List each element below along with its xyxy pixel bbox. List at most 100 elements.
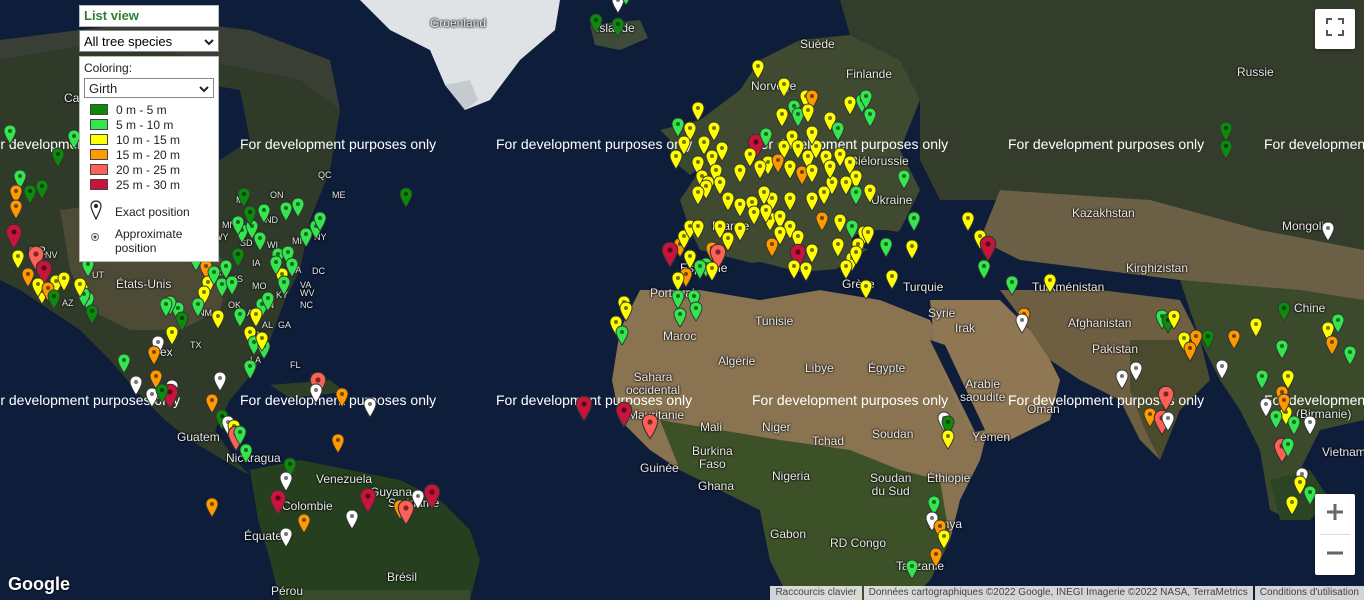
tree-marker-light-green[interactable] xyxy=(257,203,271,224)
tree-marker-yellow[interactable] xyxy=(691,185,705,206)
tree-marker-yellow[interactable] xyxy=(777,77,791,98)
tree-marker-orange[interactable] xyxy=(205,497,219,518)
tree-marker-light-green[interactable] xyxy=(243,359,257,380)
tree-marker-orange[interactable] xyxy=(331,433,345,454)
tree-marker-light-green[interactable] xyxy=(1005,275,1019,296)
tree-marker-white[interactable] xyxy=(129,375,143,396)
tree-marker-light-green[interactable] xyxy=(671,289,685,310)
tree-marker-yellow[interactable] xyxy=(831,237,845,258)
tree-marker-orange[interactable] xyxy=(297,513,311,534)
tree-marker-yellow[interactable] xyxy=(805,125,819,146)
tree-marker-orange[interactable] xyxy=(929,547,943,568)
terms-link[interactable]: Conditions d'utilisation xyxy=(1254,586,1364,600)
tree-marker-white[interactable] xyxy=(1015,313,1029,334)
tree-marker-yellow[interactable] xyxy=(57,271,71,292)
tree-marker-yellow[interactable] xyxy=(691,219,705,240)
tree-marker-light-green[interactable] xyxy=(879,237,893,258)
tree-marker-light-green[interactable] xyxy=(831,121,845,142)
tree-marker-light-green[interactable] xyxy=(615,325,629,346)
tree-marker-light-green[interactable] xyxy=(1255,369,1269,390)
tree-marker-dark-green[interactable] xyxy=(1277,301,1291,322)
coloring-select[interactable]: Girth xyxy=(84,78,214,98)
tree-marker-light-green[interactable] xyxy=(277,275,291,296)
tree-marker-dark-green[interactable] xyxy=(243,205,257,226)
tree-marker-light-green[interactable] xyxy=(261,291,275,312)
tree-marker-light-green[interactable] xyxy=(1343,345,1357,366)
tree-marker-white[interactable] xyxy=(363,397,377,418)
tree-marker-yellow[interactable] xyxy=(863,183,877,204)
tree-marker-yellow[interactable] xyxy=(861,225,875,246)
tree-marker-dark-green[interactable] xyxy=(1219,139,1233,160)
tree-marker-orange[interactable] xyxy=(335,387,349,408)
tree-marker-light-green[interactable] xyxy=(897,169,911,190)
tree-marker-yellow[interactable] xyxy=(801,103,815,124)
tree-marker-yellow[interactable] xyxy=(753,159,767,180)
tree-marker-white[interactable] xyxy=(213,371,227,392)
tree-marker-light-green[interactable] xyxy=(863,107,877,128)
tree-marker-crimson[interactable] xyxy=(575,395,593,422)
tree-marker-yellow[interactable] xyxy=(751,59,765,80)
tree-marker-white[interactable] xyxy=(345,509,359,530)
tree-marker-dark-green[interactable] xyxy=(611,17,625,38)
tree-marker-yellow[interactable] xyxy=(859,279,873,300)
tree-marker-light-green[interactable] xyxy=(1275,339,1289,360)
tree-marker-dark-green[interactable] xyxy=(175,311,189,332)
tree-marker-light-green[interactable] xyxy=(759,127,773,148)
tree-marker-crimson[interactable] xyxy=(661,241,679,268)
tree-marker-yellow[interactable] xyxy=(691,101,705,122)
tree-marker-salmon[interactable] xyxy=(1157,385,1175,412)
tree-marker-dark-green[interactable] xyxy=(51,147,65,168)
tree-marker-white[interactable] xyxy=(1303,415,1317,436)
tree-marker-light-green[interactable] xyxy=(1269,409,1283,430)
tree-marker-yellow[interactable] xyxy=(839,175,853,196)
tree-marker-dark-green[interactable] xyxy=(35,179,49,200)
tree-marker-light-green[interactable] xyxy=(907,211,921,232)
tree-marker-yellow[interactable] xyxy=(733,221,747,242)
tree-marker-yellow[interactable] xyxy=(1043,273,1057,294)
tree-marker-dark-green[interactable] xyxy=(47,289,61,310)
tree-marker-white[interactable] xyxy=(1215,359,1229,380)
tree-marker-white[interactable] xyxy=(309,383,323,404)
tree-marker-orange[interactable] xyxy=(815,211,829,232)
keyboard-shortcuts-link[interactable]: Raccourcis clavier xyxy=(770,586,862,600)
tree-marker-yellow[interactable] xyxy=(1249,317,1263,338)
tree-marker-dark-green[interactable] xyxy=(231,247,245,268)
tree-marker-light-green[interactable] xyxy=(313,211,327,232)
tree-marker-yellow[interactable] xyxy=(73,277,87,298)
tree-marker-white[interactable] xyxy=(1129,361,1143,382)
tree-marker-yellow[interactable] xyxy=(817,185,831,206)
tree-marker-light-green[interactable] xyxy=(1287,415,1301,436)
tree-marker-light-green[interactable] xyxy=(3,124,17,145)
tree-marker-crimson[interactable] xyxy=(269,489,287,516)
tree-marker-yellow[interactable] xyxy=(759,203,773,224)
tree-marker-yellow[interactable] xyxy=(849,245,863,266)
tree-marker-yellow[interactable] xyxy=(799,261,813,282)
tree-marker-yellow[interactable] xyxy=(211,309,225,330)
tree-marker-yellow[interactable] xyxy=(733,197,747,218)
tree-marker-yellow[interactable] xyxy=(705,261,719,282)
tree-marker-yellow[interactable] xyxy=(721,191,735,212)
fullscreen-button[interactable] xyxy=(1315,9,1355,49)
tree-marker-orange[interactable] xyxy=(1183,341,1197,362)
tree-marker-yellow[interactable] xyxy=(823,159,837,180)
tree-marker-orange[interactable] xyxy=(147,345,161,366)
tree-marker-white[interactable] xyxy=(1321,221,1335,242)
tree-marker-light-green[interactable] xyxy=(253,231,267,252)
tree-marker-crimson[interactable] xyxy=(423,483,441,510)
tree-marker-light-green[interactable] xyxy=(269,255,283,276)
tree-marker-yellow[interactable] xyxy=(255,331,269,352)
tree-marker-light-green[interactable] xyxy=(285,257,299,278)
tree-marker-orange[interactable] xyxy=(771,153,785,174)
tree-marker-orange[interactable] xyxy=(765,237,779,258)
tree-marker-yellow[interactable] xyxy=(805,243,819,264)
tree-marker-orange[interactable] xyxy=(9,199,23,220)
tree-marker-light-green[interactable] xyxy=(689,301,703,322)
species-select[interactable]: All tree species xyxy=(79,30,219,52)
tree-marker-light-green[interactable] xyxy=(1281,437,1295,458)
tree-marker-light-green[interactable] xyxy=(1331,313,1345,334)
tree-marker-crimson[interactable] xyxy=(979,235,997,262)
zoom-in-button[interactable] xyxy=(1315,494,1355,534)
tree-marker-crimson[interactable] xyxy=(5,223,23,250)
tree-marker-light-green[interactable] xyxy=(159,297,173,318)
tree-marker-orange[interactable] xyxy=(1325,335,1339,356)
